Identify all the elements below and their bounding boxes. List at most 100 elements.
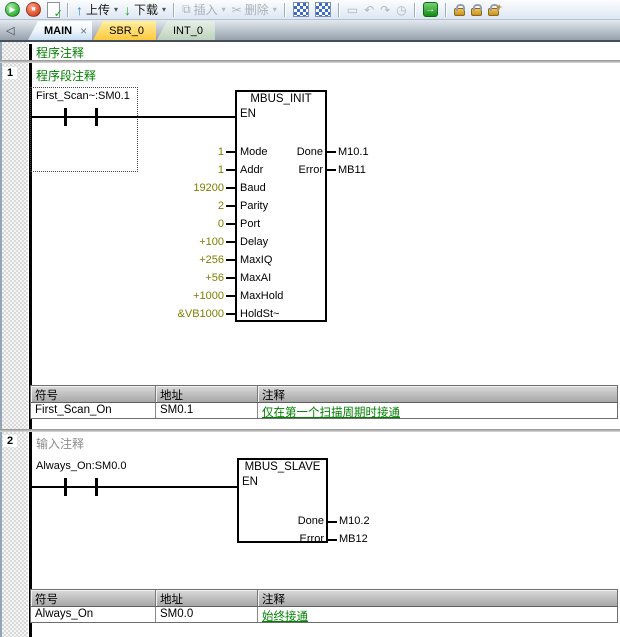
close-icon[interactable]: × xyxy=(80,24,87,38)
network-2-number: 2 xyxy=(3,435,17,447)
block-input-value[interactable]: +100 xyxy=(158,236,224,248)
network-grid-icon xyxy=(315,2,331,17)
comment-cell: 始终接通 xyxy=(258,607,617,622)
network-table-button[interactable] xyxy=(313,1,333,18)
wire-tick xyxy=(226,151,235,153)
block-input-param: Port xyxy=(240,218,260,230)
tab-bar: ◁ MAIN × SBR_0 INT_0 xyxy=(0,20,620,42)
download-button[interactable]: ↓ 下载 ▾ xyxy=(122,1,168,18)
lock-add-button[interactable]: + xyxy=(486,1,501,18)
unlock-button[interactable] xyxy=(469,1,484,18)
time-button: ◷ xyxy=(394,1,408,18)
comment-header-cell: 注释 xyxy=(258,386,617,402)
wire-tick xyxy=(328,521,337,523)
chevron-down-icon[interactable]: ▾ xyxy=(162,5,166,14)
tab-int-0[interactable]: INT_0 xyxy=(157,21,215,40)
chevron-down-icon: ▾ xyxy=(273,5,277,14)
block-output-param: Done xyxy=(250,515,324,527)
contact-bar[interactable] xyxy=(64,108,67,126)
block-output-operand[interactable]: M10.2 xyxy=(339,515,370,527)
block-input-value[interactable]: +256 xyxy=(158,254,224,266)
network-2-comment[interactable]: 输入注释 xyxy=(36,435,84,452)
compile-button[interactable]: ✓ xyxy=(45,1,62,18)
en-input-label: EN xyxy=(240,108,256,120)
comment-header-cell: 注释 xyxy=(258,590,617,606)
contact-label[interactable]: Always_On:SM0.0 xyxy=(36,460,126,472)
tab-main[interactable]: MAIN × xyxy=(28,21,92,40)
block-input-value[interactable]: 1 xyxy=(158,146,224,158)
contact-bar[interactable] xyxy=(95,108,98,126)
block-input-value[interactable]: +56 xyxy=(158,272,224,284)
tab-int-label: INT_0 xyxy=(173,25,203,37)
plus-badge: + xyxy=(496,2,501,12)
contact-label[interactable]: First_Scan~:SM0.1 xyxy=(36,90,130,102)
unlock-icon xyxy=(471,8,482,16)
block-output-operand[interactable]: MB11 xyxy=(338,164,366,176)
mbus-slave-block[interactable]: MBUS_SLAVE EN xyxy=(237,458,328,543)
symbol-header-cell: 符号 xyxy=(31,590,156,606)
symbol-header-cell: 符号 xyxy=(31,386,156,402)
network-view-button[interactable] xyxy=(291,1,311,18)
wire xyxy=(31,486,237,488)
block-input-value[interactable]: 2 xyxy=(158,200,224,212)
compile-icon: ✓ xyxy=(47,2,60,18)
wire-tick xyxy=(226,187,235,189)
address-header-cell: 地址 xyxy=(156,590,258,606)
table-row[interactable]: Always_On SM0.0 始终接通 xyxy=(31,607,617,622)
block-input-value[interactable]: 0 xyxy=(158,218,224,230)
wire-tick xyxy=(226,277,235,279)
contact-bar[interactable] xyxy=(64,478,67,496)
block-input-param: MaxIQ xyxy=(240,254,272,266)
tab-sbr-0[interactable]: SBR_0 xyxy=(93,21,156,40)
block-input-param: Baud xyxy=(240,182,266,194)
upload-button[interactable]: ↑ 上传 ▾ xyxy=(74,1,120,18)
stop-button[interactable]: ■ xyxy=(24,1,43,18)
network-separator xyxy=(0,429,620,432)
table-row[interactable]: First_Scan_On SM0.1 仅在第一个扫描周期时接通 xyxy=(31,403,617,418)
address-cell: SM0.1 xyxy=(156,403,258,418)
block-input-value[interactable]: 19200 xyxy=(158,182,224,194)
wire-tick xyxy=(226,223,235,225)
program-comment[interactable]: 程序注释 xyxy=(36,44,84,61)
ladder-editor: 程序注释 1 程序段注释 First_Scan~:SM0.1 MBUS_INIT… xyxy=(0,42,620,637)
block-input-value[interactable]: 1 xyxy=(158,164,224,176)
lock-button[interactable] xyxy=(452,1,467,18)
wire-tick xyxy=(328,539,337,541)
tab-sbr-label: SBR_0 xyxy=(109,25,144,37)
wire-tick xyxy=(226,169,235,171)
contact-bar[interactable] xyxy=(95,478,98,496)
block-output-operand[interactable]: MB12 xyxy=(339,533,368,545)
wire-tick xyxy=(226,313,235,315)
block-input-value[interactable]: &VB1000 xyxy=(158,308,224,320)
block-title: MBUS_INIT xyxy=(237,93,325,105)
toolbar-separator xyxy=(338,3,340,17)
delete-label: 删除 xyxy=(245,1,269,18)
wire-tick xyxy=(226,295,235,297)
chevron-down-icon: ▾ xyxy=(222,5,226,14)
network-1-comment[interactable]: 程序段注释 xyxy=(36,67,96,84)
insert-label: 插入 xyxy=(194,1,218,18)
insert-button: ⧉ 插入 ▾ xyxy=(180,1,228,18)
lock-plus-icon: + xyxy=(488,8,499,16)
network-blocks-icon xyxy=(293,2,309,17)
network-separator xyxy=(0,60,620,63)
block-output-operand[interactable]: M10.1 xyxy=(338,146,369,158)
block-input-param: Parity xyxy=(240,200,268,212)
block-title: MBUS_SLAVE xyxy=(239,461,326,473)
tab-scroll-left-icon[interactable]: ◁ xyxy=(3,24,28,37)
symbol-cell: First_Scan_On xyxy=(31,403,156,418)
go-button[interactable]: → xyxy=(421,1,440,18)
toolbar-separator xyxy=(173,3,175,17)
chevron-down-icon[interactable]: ▾ xyxy=(114,5,118,14)
toolbar-separator xyxy=(414,3,416,17)
insert-icon: ⧉ xyxy=(182,2,191,17)
block-input-value[interactable]: +1000 xyxy=(158,290,224,302)
wire-tick xyxy=(327,151,336,153)
symbol-table-header: 符号 地址 注释 xyxy=(31,386,617,403)
run-button[interactable]: ▶ xyxy=(3,1,22,18)
network-margin xyxy=(2,42,28,637)
window-button: ▭ xyxy=(345,1,360,18)
wire-tick xyxy=(226,205,235,207)
undo-icon: ↶ xyxy=(364,3,374,17)
delete-button: ✂ 删除 ▾ xyxy=(230,1,279,18)
